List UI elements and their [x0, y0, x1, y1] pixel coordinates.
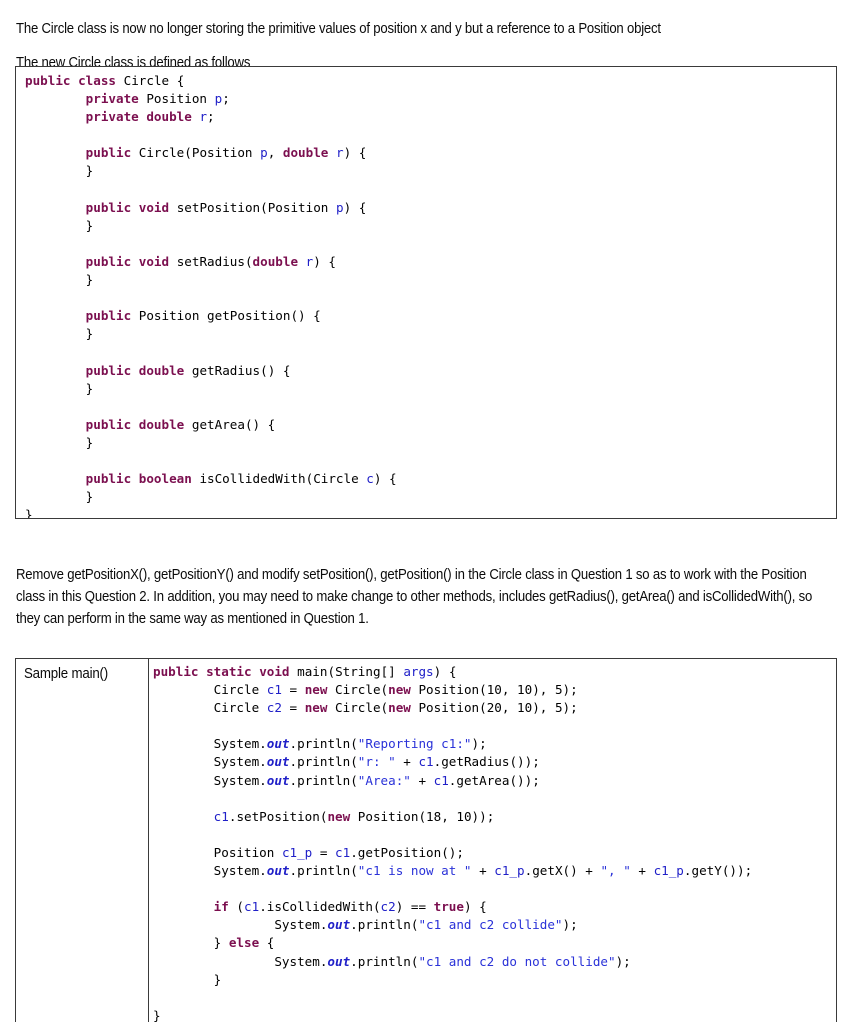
code-line: } [25, 507, 33, 519]
code-line: } [153, 1007, 161, 1022]
code-line: public void setPosition(Position p) { [85, 199, 367, 215]
instructions-paragraph: Remove getPositionX(), getPositionY() an… [16, 567, 816, 628]
sample-main-code-text: public static void main(String[] args) {… [153, 663, 836, 1022]
sample-main-label: Sample main() [24, 666, 109, 682]
code-line: public void setRadius(double r) { [85, 253, 336, 269]
code-line: public Circle(Position p, double r) { [85, 145, 367, 161]
code-line: public static void main(String[] args) { [153, 664, 457, 679]
code-line: c1.setPosition(new Position(18, 10)); [213, 808, 495, 824]
code-line: } [25, 489, 94, 505]
code-line: } [25, 380, 94, 396]
code-line: } [25, 217, 94, 233]
sample-main-label-cell: Sample main() [16, 659, 149, 1022]
code-line: } [25, 326, 94, 342]
code-line: } [153, 971, 222, 987]
code-line: public class Circle { [25, 73, 185, 88]
code-line: } [25, 434, 94, 450]
code-line: System.out.println("Area:" + c1.getArea(… [213, 772, 540, 788]
circle-class-code-text: public class Circle { private Position p… [16, 67, 836, 519]
sample-main-table: Sample main() public static void main(St… [15, 658, 837, 1022]
code-line: private double r; [85, 109, 215, 125]
code-line: System.out.println("r: " + c1.getRadius(… [213, 754, 540, 770]
circle-class-code-block: public class Circle { private Position p… [15, 66, 837, 519]
document-page: The Circle class is now no longer storin… [0, 0, 850, 1024]
code-line: System.out.println("c1 and c2 do not col… [274, 953, 631, 969]
code-line: } [25, 272, 94, 288]
code-line: private Position p; [85, 91, 230, 107]
code-line: public double getRadius() { [85, 362, 291, 378]
code-line: Circle c2 = new Circle(new Position(20, … [213, 700, 578, 716]
code-line: System.out.println("c1 is now at " + c1_… [213, 863, 753, 879]
code-line: Position c1_p = c1.getPosition(); [213, 844, 464, 860]
intro-paragraph-1: The Circle class is now no longer storin… [16, 21, 661, 38]
code-line: } else { [153, 935, 275, 951]
code-line: System.out.println("Reporting c1:"); [213, 736, 487, 752]
code-line: public Position getPosition() { [85, 308, 321, 324]
code-line: } [25, 163, 94, 179]
code-line: public double getArea() { [85, 416, 276, 432]
code-line: Circle c1 = new Circle(new Position(10, … [213, 682, 578, 698]
code-line: public boolean isCollidedWith(Circle c) … [85, 471, 397, 487]
code-line: System.out.println("c1 and c2 collide"); [274, 917, 578, 933]
code-line: if (c1.isCollidedWith(c2) == true) { [213, 899, 487, 915]
sample-main-code-cell: public static void main(String[] args) {… [149, 659, 836, 1022]
